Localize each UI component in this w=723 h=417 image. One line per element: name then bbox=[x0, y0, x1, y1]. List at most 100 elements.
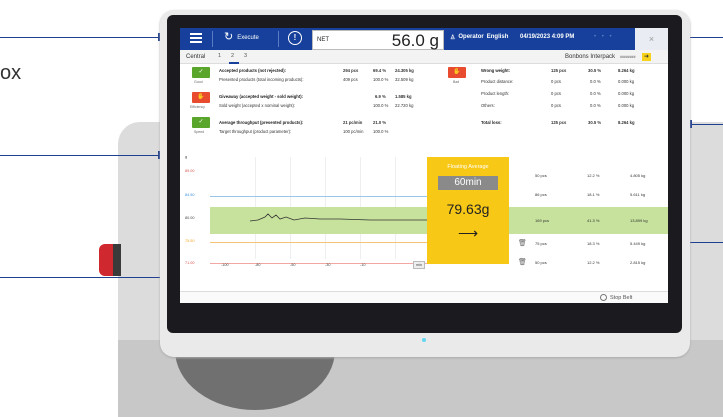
efficiency-thumbs-down-icon: ✋ bbox=[192, 92, 210, 103]
execute-label: Execute bbox=[237, 34, 259, 41]
weight-trend-chart: g 89.00 84.50 80.00 75.50 71.00 -100 -80… bbox=[180, 152, 668, 292]
callout-line-right bbox=[688, 124, 723, 125]
dist-weight: 5.611 kg bbox=[630, 192, 646, 197]
loss-label: Total loss: bbox=[481, 120, 502, 125]
stat-label: Presented products (total incoming produ… bbox=[219, 77, 304, 82]
stat-label: Target throughput (product parameter): bbox=[219, 129, 292, 134]
loss-weight: 0.000 kg bbox=[618, 79, 635, 84]
loss-value: 0 pcs bbox=[551, 79, 562, 84]
tab-1[interactable]: 1 bbox=[218, 53, 221, 59]
floating-average-title: Floating Average bbox=[447, 164, 489, 170]
loss-label: Product distance: bbox=[481, 79, 514, 84]
stat-value: 409 pcs bbox=[343, 77, 358, 82]
loss-percent: 0.0 % bbox=[590, 103, 601, 108]
stat-percent: 100.0 % bbox=[373, 77, 389, 82]
stat-label: Giveaway (accepted weight - sold weight)… bbox=[219, 94, 303, 99]
stat-percent: 6.9 % bbox=[375, 94, 386, 99]
loss-value: 0 pcs bbox=[551, 91, 562, 96]
loss-weight: 0.000 kg bbox=[618, 103, 635, 108]
tab-row: Central 1 2 3 Bonbons Interpack ########… bbox=[180, 50, 668, 64]
operator-button[interactable]: ♙ Operator English bbox=[450, 34, 508, 41]
loss-value: 125 pcs bbox=[551, 120, 567, 125]
datetime-display: 04/19/2023 4:09 PM bbox=[520, 34, 575, 40]
lower-warning-line bbox=[210, 242, 428, 243]
dist-weight: 13.899 kg bbox=[630, 218, 648, 223]
dist-count: 86 pcs bbox=[535, 192, 547, 197]
distribution-row: 50 pcs 12.2 % 4.805 kg bbox=[515, 166, 668, 185]
stat-weight: 22.720 kg bbox=[395, 103, 414, 108]
hamburger-menu-icon[interactable] bbox=[190, 33, 202, 44]
distribution-row-highlight: 169 pcs 41.3 % 13.899 kg bbox=[515, 207, 668, 234]
info-alert-icon[interactable]: ! bbox=[288, 31, 302, 45]
dist-count: 50 pcs bbox=[535, 173, 547, 178]
top-bar: ↻ Execute ! NET 56.0 g ♙ Operator Englis… bbox=[180, 28, 668, 50]
trend-arrow-icon: ⟶ bbox=[457, 225, 479, 241]
loss-percent: 0.0 % bbox=[590, 79, 601, 84]
y-axis-header: g bbox=[185, 155, 188, 159]
emergency-stop-mount bbox=[113, 244, 121, 276]
x-label: -10 bbox=[360, 263, 366, 267]
annotation-text: ox bbox=[0, 62, 22, 84]
refresh-icon: ↻ bbox=[224, 31, 234, 43]
distribution-row: 86 pcs 18.1 % 5.611 kg bbox=[515, 185, 668, 204]
dist-weight: 2.815 kg bbox=[630, 260, 646, 265]
stop-belt-button[interactable]: Stop Belt bbox=[600, 294, 632, 301]
loss-percent: 30.5 % bbox=[588, 120, 602, 125]
kpi-label-bad: Bad bbox=[453, 80, 460, 84]
power-led bbox=[422, 338, 426, 342]
loss-percent: 30.5 % bbox=[588, 68, 602, 73]
divider bbox=[212, 31, 213, 47]
dist-percent: 18.3 % bbox=[587, 241, 600, 246]
stat-value: 100 pc/min bbox=[343, 129, 364, 134]
active-tab-indicator bbox=[229, 62, 239, 64]
dist-count: 75 pcs bbox=[535, 241, 547, 246]
x-label: -30 bbox=[325, 263, 331, 267]
dist-count: 169 pcs bbox=[535, 218, 550, 223]
stop-belt-label: Stop Belt bbox=[610, 294, 633, 301]
callout-line-kpi bbox=[0, 155, 163, 156]
stat-label: Sold weight (accepted x nominal weight): bbox=[219, 103, 296, 108]
tab-2[interactable]: 2 bbox=[231, 53, 234, 59]
stat-label: Accepted products (not rejected): bbox=[219, 68, 287, 73]
floating-average-period[interactable]: 60min bbox=[438, 176, 498, 190]
weight-display: NET 56.0 g bbox=[312, 30, 444, 50]
callout-line-menu bbox=[0, 37, 163, 38]
dist-count: 50 pcs bbox=[535, 260, 547, 265]
dist-weight: 5.449 kg bbox=[630, 241, 646, 246]
stat-weight: 1.585 kg bbox=[395, 94, 412, 99]
language-label: English bbox=[486, 34, 509, 40]
kpi-label-efficiency: Efficiency bbox=[190, 105, 205, 109]
bottom-bar: Stop Belt bbox=[180, 291, 668, 303]
net-label: NET bbox=[317, 37, 329, 43]
loss-label: Product length: bbox=[481, 91, 510, 96]
loss-weight: 8.264 kg bbox=[618, 120, 635, 125]
product-code: ######## bbox=[620, 55, 636, 59]
execute-button[interactable]: ↻ Execute bbox=[224, 32, 259, 43]
close-button[interactable]: × bbox=[635, 28, 668, 50]
y-label: 84.50 bbox=[185, 193, 195, 197]
statistics-panel: ✓ Good ✋ Efficiency ✓ Speed Accepted pro… bbox=[180, 65, 668, 148]
dist-weight: 4.805 kg bbox=[630, 173, 646, 178]
stat-value: 21 pc/min bbox=[343, 120, 363, 125]
tab-central[interactable]: Central bbox=[186, 54, 205, 60]
y-label: 75.50 bbox=[185, 239, 195, 243]
product-next-arrow-icon[interactable]: ➜ bbox=[642, 53, 651, 61]
dist-percent: 18.1 % bbox=[587, 192, 600, 197]
hmi-screen: ↻ Execute ! NET 56.0 g ♙ Operator Englis… bbox=[180, 28, 668, 303]
x-unit-toggle[interactable]: min bbox=[413, 261, 426, 269]
tab-3[interactable]: 3 bbox=[244, 53, 247, 59]
stat-percent: 100.0 % bbox=[373, 129, 389, 134]
product-name: Bonbons Interpack bbox=[565, 54, 616, 60]
loss-value: 0 pcs bbox=[551, 103, 562, 108]
good-check-icon: ✓ bbox=[192, 67, 210, 78]
loss-percent: 0.0 % bbox=[590, 91, 601, 96]
distribution-row: 🗑 75 pcs 18.3 % 5.449 kg bbox=[515, 234, 668, 253]
upper-limit-line bbox=[210, 196, 428, 197]
trash-bin-icon: 🗑 bbox=[518, 240, 527, 247]
loss-weight: 8.264 kg bbox=[618, 68, 635, 73]
floating-average-panel[interactable]: Floating Average 60min 79.63g ⟶ bbox=[427, 157, 509, 264]
x-label: -50 bbox=[290, 263, 296, 267]
status-dots-icon: • • • bbox=[594, 34, 614, 40]
dist-percent: 12.2 % bbox=[587, 173, 600, 178]
operator-label: Operator bbox=[458, 34, 484, 40]
